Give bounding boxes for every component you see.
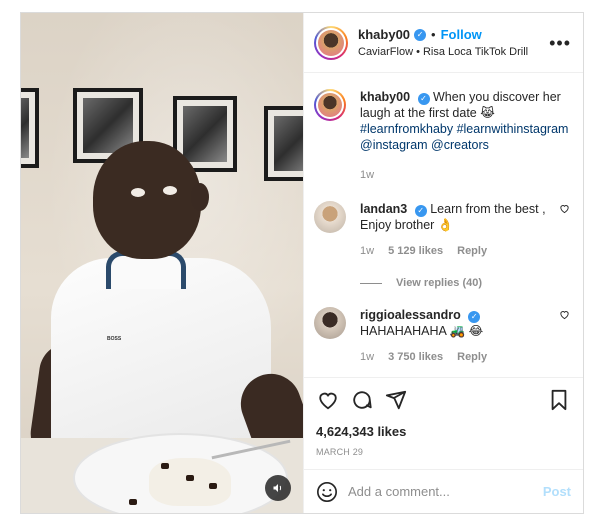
comment-item: riggioalessandro ✓ HAHAHAHAHA 🚜 😂 1w 3 7… <box>314 307 571 365</box>
person-eye <box>131 188 145 197</box>
post-comment-button[interactable]: Post <box>543 484 571 499</box>
view-replies-button[interactable]: View replies (40) <box>360 277 571 289</box>
like-count[interactable]: 4,624,343 likes <box>316 424 571 439</box>
caption-mentions[interactable]: @instagram @creators <box>360 137 571 153</box>
chocolate-piece <box>129 499 137 505</box>
commenter-avatar[interactable] <box>314 201 346 233</box>
verified-badge-icon: ✓ <box>414 28 427 41</box>
comments-section: khaby00 ✓ When you discover her laugh at… <box>304 73 583 377</box>
author-avatar[interactable] <box>314 25 348 60</box>
verified-badge-icon: ✓ <box>414 205 427 217</box>
comment-item: landan3 ✓ Learn from the best , Enjoy br… <box>314 201 571 259</box>
divider <box>360 282 382 284</box>
person-eye <box>163 186 177 195</box>
separator-dot: • <box>431 27 436 42</box>
like-button[interactable] <box>316 388 340 412</box>
post-actions: 4,624,343 likes MARCH 29 <box>304 377 583 469</box>
author-username[interactable]: khaby00 <box>358 27 410 42</box>
caption-username[interactable]: khaby00 <box>360 90 410 104</box>
sound-icon <box>273 484 282 492</box>
comment-time: 1w <box>360 245 375 257</box>
comment-input[interactable] <box>348 484 543 499</box>
person-head <box>93 141 201 259</box>
heart-icon <box>559 205 569 214</box>
chocolate-piece <box>161 463 169 469</box>
verified-badge-icon: ✓ <box>468 311 481 323</box>
post-video[interactable]: BOSS <box>21 13 303 513</box>
post-date: MARCH 29 <box>316 447 364 457</box>
caption-avatar[interactable] <box>314 89 346 121</box>
emoji-icon[interactable] <box>316 481 338 503</box>
heart-icon <box>559 311 569 320</box>
caption: khaby00 ✓ When you discover her laugh at… <box>314 89 571 183</box>
save-button[interactable] <box>547 388 571 412</box>
add-comment-bar: Post <box>304 469 583 513</box>
follow-button[interactable]: Follow <box>441 27 482 42</box>
comment-username[interactable]: landan3 <box>360 202 407 216</box>
view-replies-label: View replies (40) <box>396 277 483 289</box>
comment-reply-button[interactable]: Reply <box>457 243 487 259</box>
audio-track-link[interactable]: CaviarFlow • Risa Loca TikTok Drill <box>358 46 541 58</box>
wall-picture-frame <box>21 88 39 168</box>
sound-toggle-button[interactable] <box>265 475 291 501</box>
comment-like-button[interactable] <box>557 201 571 259</box>
commenter-avatar[interactable] <box>314 307 346 339</box>
comment-reply-button[interactable]: Reply <box>457 349 487 365</box>
person-ear <box>191 183 209 211</box>
comment-likes[interactable]: 3 750 likes <box>388 349 443 365</box>
chocolate-piece <box>186 475 194 481</box>
caption-time: 1w <box>360 169 375 181</box>
comment-like-button[interactable] <box>557 307 571 365</box>
comment-time: 1w <box>360 351 375 363</box>
comment-likes[interactable]: 5 129 likes <box>388 243 443 259</box>
post-card: BOSS khaby00 ✓ • Follow CaviarFlow • Ris… <box>20 12 584 514</box>
post-header: khaby00 ✓ • Follow CaviarFlow • Risa Loc… <box>304 13 583 73</box>
shirt-logo: BOSS <box>107 336 122 342</box>
share-button[interactable] <box>384 388 408 412</box>
comment-username[interactable]: riggioalessandro <box>360 308 461 322</box>
comment-button[interactable] <box>350 388 374 412</box>
bookmark-icon <box>551 389 567 411</box>
heart-icon <box>319 392 337 410</box>
verified-badge-icon: ✓ <box>417 93 430 105</box>
share-icon <box>385 390 407 410</box>
wall-picture-frame <box>264 106 303 181</box>
comment-text: HAHAHAHAHA 🚜 😂 <box>360 324 484 338</box>
post-details-panel: khaby00 ✓ • Follow CaviarFlow • Risa Loc… <box>303 13 583 513</box>
more-options-icon[interactable]: ••• <box>549 34 571 52</box>
chocolate-piece <box>209 483 217 489</box>
comment-icon <box>353 391 372 409</box>
caption-hashtags[interactable]: #learnfromkhaby #learnwithinstagram <box>360 121 571 137</box>
